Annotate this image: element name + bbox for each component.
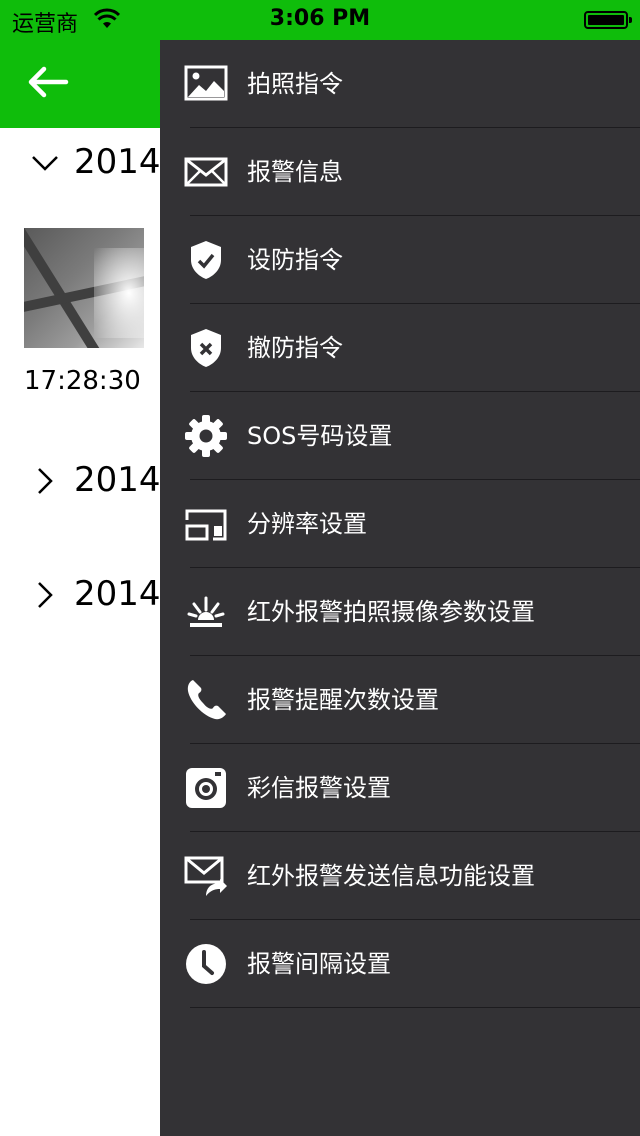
separator [190,1007,640,1008]
menu-item-label: SOS号码设置 [247,422,393,450]
photo-thumbnail[interactable] [24,228,144,348]
photo-time: 17:28:30 [24,366,141,396]
clock-icon [186,944,226,984]
resolution-icon [185,509,227,541]
menu-item-label: 设防指令 [247,246,343,274]
camera-icon [186,768,226,808]
menu-item-resolution-settings[interactable]: 分辨率设置 [160,480,640,568]
menu-item-label: 红外报警拍照摄像参数设置 [247,598,535,626]
menu-item-label: 彩信报警设置 [247,774,391,802]
shield-x-icon [191,329,221,367]
infrared-icon [187,596,225,627]
menu-item-infrared-photo-settings[interactable]: 红外报警拍照摄像参数设置 [160,568,640,656]
status-bar: 运营商 3:06 PM [0,0,640,40]
chevron-down-icon [32,156,58,171]
phone-icon [187,680,226,720]
side-drawer-menu: 拍照指令 报警信息 设防指令 撤防指令 SOS号码设置 分辨率设置 红外报警拍照… [160,40,640,1136]
menu-item-photo-command[interactable]: 拍照指令 [160,40,640,128]
menu-item-infrared-message-settings[interactable]: 红外报警发送信息功能设置 [160,832,640,920]
group-date: 2014- [74,142,173,182]
chevron-right-icon [38,468,53,494]
menu-item-label: 红外报警发送信息功能设置 [247,862,535,890]
envelope-icon [184,157,228,187]
menu-item-alarm-reminder-settings[interactable]: 报警提醒次数设置 [160,656,640,744]
menu-item-sos-settings[interactable]: SOS号码设置 [160,392,640,480]
group-date: 2014- [74,574,173,614]
shield-check-icon [191,241,221,279]
gear-icon [185,415,227,457]
menu-item-disarm-command[interactable]: 撤防指令 [160,304,640,392]
image-icon [184,65,228,101]
menu-item-alarm-info[interactable]: 报警信息 [160,128,640,216]
menu-item-label: 拍照指令 [247,70,343,98]
arrow-left-icon[interactable] [24,60,72,104]
mail-forward-icon [184,856,227,896]
menu-item-label: 撤防指令 [247,334,343,362]
menu-item-label: 分辨率设置 [247,510,367,538]
menu-item-alarm-interval-settings[interactable]: 报警间隔设置 [160,920,640,1008]
menu-item-label: 报警间隔设置 [247,950,391,978]
menu-item-arm-command[interactable]: 设防指令 [160,216,640,304]
menu-item-mms-alarm-settings[interactable]: 彩信报警设置 [160,744,640,832]
status-time: 3:06 PM [269,6,371,31]
battery-icon [584,11,632,29]
group-date: 2014- [74,460,173,500]
menu-item-label: 报警提醒次数设置 [247,686,439,714]
chevron-right-icon [38,582,53,608]
menu-item-label: 报警信息 [247,158,343,186]
